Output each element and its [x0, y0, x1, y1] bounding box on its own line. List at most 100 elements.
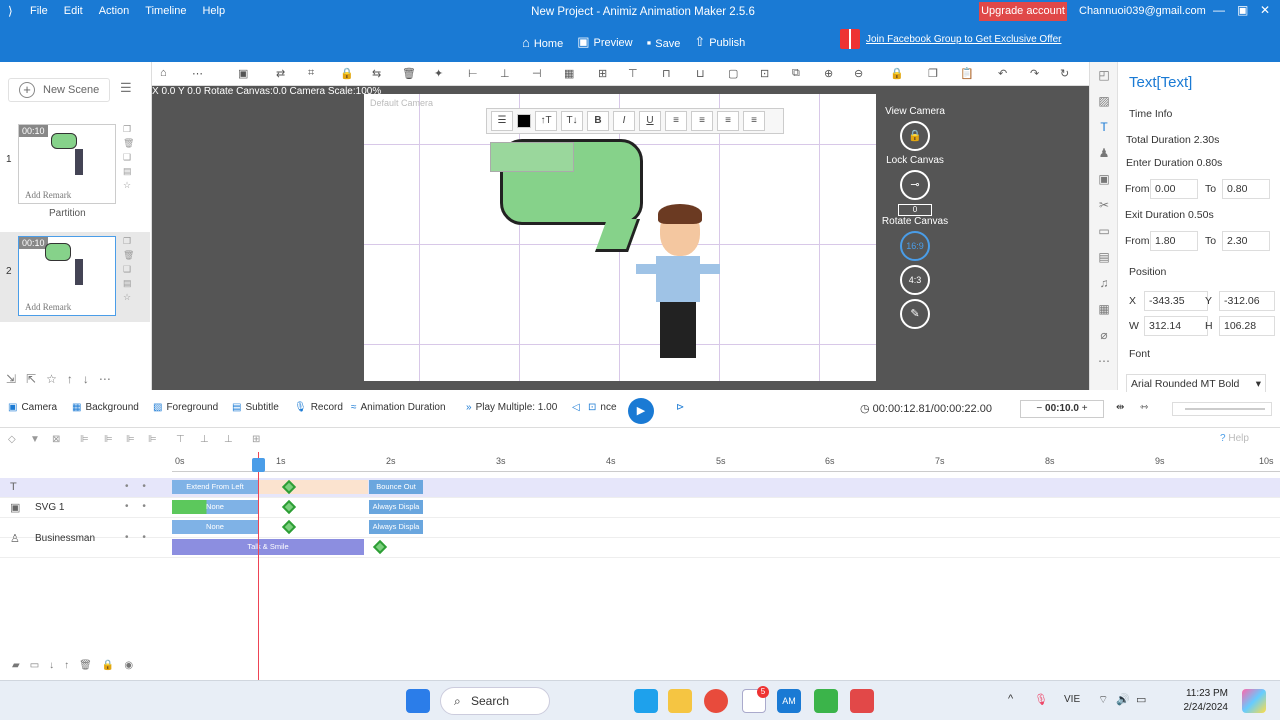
exit-animation-block[interactable]: Always Displa [369, 500, 423, 514]
businessman-character[interactable] [634, 204, 724, 364]
exit-animation-block[interactable]: Bounce Out [369, 480, 423, 494]
track-options-icon[interactable]: • • [125, 501, 146, 512]
scene-list-icon[interactable]: ☰ [120, 80, 132, 96]
volume-button[interactable]: ◁ [572, 402, 584, 413]
foreground-button[interactable]: ▧ Foreground [153, 402, 218, 413]
play-multiple-button[interactable]: » Play Multiple: 1.00 [466, 402, 557, 413]
duration-block[interactable] [258, 480, 368, 494]
canvas-area[interactable]: X 0.0 Y 0.0 Rotate Canvas:0.0 Camera Sca… [152, 86, 1089, 390]
text-element[interactable] [490, 142, 574, 172]
help-link[interactable]: ? Help [1220, 433, 1249, 444]
history-icon[interactable]: ↻ [1060, 67, 1069, 80]
home-button[interactable]: ⌂ Home [522, 35, 563, 50]
align-center-icon[interactable]: ≡ [691, 111, 713, 131]
save-button[interactable]: ▪ Save [647, 35, 681, 50]
timeline-zoom[interactable]: − 00:10.0 + [1020, 400, 1104, 418]
list-icon[interactable]: ☰ [491, 111, 513, 131]
split-icon[interactable]: ⊤ [176, 434, 185, 445]
action-block[interactable]: Talk & Smile [172, 539, 364, 555]
new-scene-button[interactable]: + New Scene [8, 78, 110, 102]
duplicate-icon[interactable]: ❑ [123, 152, 134, 163]
font-select[interactable]: Arial Rounded MT Bold ▾ [1126, 374, 1266, 394]
distribute-icon[interactable]: ⊞ [598, 67, 607, 80]
group-icon[interactable]: ▣ [238, 67, 248, 80]
music-icon[interactable]: ♫ [1090, 270, 1118, 296]
pen-icon[interactable]: ⌀ [1090, 322, 1118, 348]
move-down-icon[interactable]: ↓ [83, 372, 89, 386]
upgrade-button[interactable]: Upgrade account [979, 2, 1067, 21]
mic-icon[interactable]: 🎙 [1034, 693, 1048, 706]
shape-icon[interactable]: ◰ [1090, 62, 1118, 88]
keyframe[interactable] [281, 499, 297, 515]
move-down-icon[interactable]: ↓ [49, 660, 54, 680]
fit-timeline-icon[interactable]: ⇹ [1116, 402, 1124, 413]
delete-icon[interactable]: 🗑 [402, 67, 416, 80]
playhead[interactable] [258, 452, 259, 680]
play-button[interactable]: ▶ [628, 398, 654, 424]
more-icon[interactable]: ⋯ [192, 67, 203, 80]
minimize-icon[interactable]: — [1213, 3, 1225, 17]
duplicate-icon[interactable]: ❑ [123, 264, 134, 275]
close-icon[interactable]: ✕ [1260, 3, 1270, 17]
rotate-value[interactable]: 0 [898, 204, 932, 216]
fit-icon[interactable]: ⊡ [760, 67, 769, 80]
more-icon[interactable]: ⋯ [99, 372, 111, 386]
edge-icon[interactable] [634, 689, 658, 713]
enter-from-input[interactable]: 0.00 [1150, 179, 1198, 199]
align-middle-icon[interactable]: ⊓ [662, 67, 671, 80]
subtitle-button[interactable]: ▤ Subtitle [232, 402, 279, 413]
record-button[interactable]: 🎙 Record [294, 402, 343, 413]
color-picker[interactable] [517, 114, 531, 128]
export-icon[interactable]: ⇱ [26, 372, 36, 386]
zoom-in-icon[interactable]: ⊕ [824, 67, 833, 80]
tools-icon[interactable]: ✂ [1090, 192, 1118, 218]
account-email[interactable]: Channuoi039@gmail.com [1079, 5, 1206, 17]
zalo-icon[interactable]: 5 [742, 686, 769, 713]
track-row-text[interactable]: T • • Extend From Left Bounce Out [0, 478, 1280, 498]
facebook-promo[interactable]: Join Facebook Group to Get Exclusive Off… [840, 29, 1061, 49]
effect-icon[interactable]: ✦ [434, 67, 443, 80]
font-decrease-icon[interactable]: T↓ [561, 111, 583, 131]
scene-thumbnail[interactable]: 00:10 Add Remark [18, 124, 116, 204]
align-center-icon[interactable]: ⊫ [104, 434, 113, 445]
align-left-icon[interactable]: ⊢ [468, 67, 478, 80]
bold-icon[interactable]: B [587, 111, 609, 131]
size-icon[interactable]: ▢ [728, 67, 738, 80]
battery-icon[interactable]: ▭ [1136, 693, 1146, 706]
wifi-icon[interactable]: ⌔ [1098, 693, 1108, 707]
keyframe-icon[interactable]: ◇ [8, 434, 16, 445]
text-icon[interactable]: T [1090, 114, 1118, 140]
fit-width-icon[interactable]: ⇿ [1140, 402, 1148, 413]
folder-icon[interactable]: ▤ [1090, 244, 1118, 270]
rotate-canvas-icon[interactable]: ⊸ [900, 170, 930, 200]
track-row-action[interactable]: Talk & Smile [0, 538, 1280, 558]
track-options-icon[interactable]: • • [125, 481, 146, 492]
add-folder-icon[interactable]: ▰ [12, 660, 20, 680]
font-increase-icon[interactable]: ↑T [535, 111, 557, 131]
paste-icon[interactable]: 📋 [960, 67, 974, 80]
exit-to-input[interactable]: 2.30 [1222, 231, 1270, 251]
lock-icon[interactable]: 🔒 [102, 660, 114, 680]
align-right-icon[interactable]: ⊣ [532, 67, 542, 80]
next-frame-button[interactable]: ⊳ [676, 402, 688, 413]
delete-icon[interactable]: 🗑 [79, 660, 92, 680]
lock-icon[interactable]: 🔒 [340, 67, 354, 80]
add-remark[interactable]: Add Remark [25, 190, 71, 200]
playhead-handle[interactable] [252, 458, 265, 472]
grid-icon[interactable]: ▦ [564, 67, 574, 80]
publish-button[interactable]: ⇧ Publish [694, 34, 745, 50]
import-icon[interactable]: ⇲ [6, 372, 16, 386]
character-icon[interactable]: ♟ [1090, 140, 1118, 166]
align-bottom-icon[interactable]: ⊔ [696, 67, 705, 80]
copy-icon[interactable]: ❐ [123, 236, 134, 247]
background-button[interactable]: ▦ Background [72, 402, 139, 413]
stop-button[interactable]: ⊡ nce [588, 402, 617, 413]
edit-icon[interactable]: ✎ [900, 299, 930, 329]
align-right-icon[interactable]: ≡ [717, 111, 739, 131]
align-left-icon[interactable]: ⊫ [80, 434, 89, 445]
x-input[interactable]: -343.35 [1144, 291, 1208, 311]
volume-icon[interactable]: 🔊 [1116, 693, 1130, 706]
eye-icon[interactable]: ◉ [124, 660, 133, 680]
filter-icon[interactable]: ▼ [30, 434, 40, 445]
star-icon[interactable]: ☆ [46, 372, 57, 386]
